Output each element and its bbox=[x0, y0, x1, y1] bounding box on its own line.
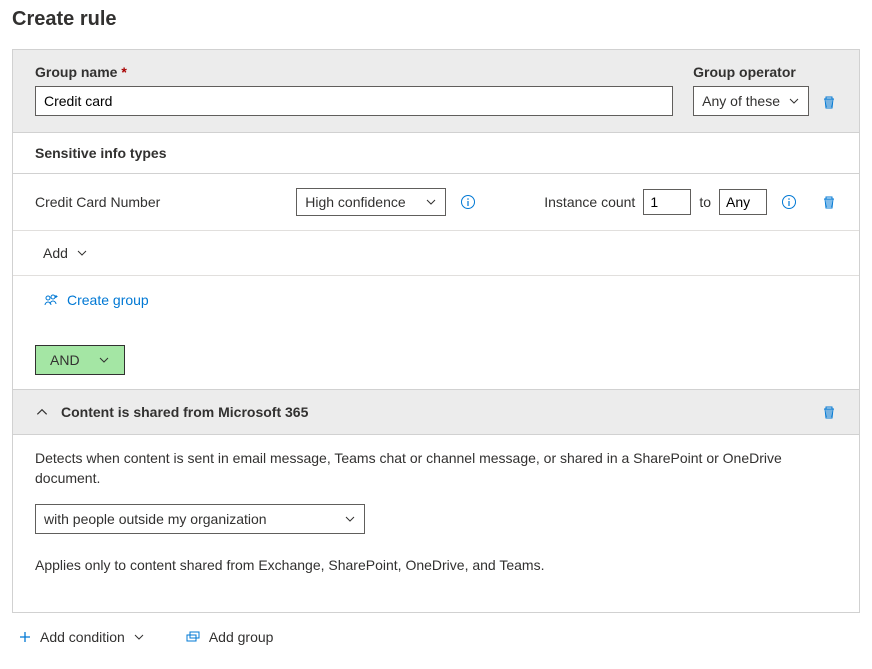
create-group-button[interactable]: Create group bbox=[43, 292, 149, 308]
group-name-label: Group name * bbox=[35, 64, 673, 80]
chevron-down-icon bbox=[98, 354, 110, 366]
chevron-down-icon bbox=[76, 247, 88, 259]
delete-sit-icon[interactable] bbox=[821, 194, 837, 210]
chevron-down-icon bbox=[788, 95, 800, 107]
add-group-button[interactable]: Add group bbox=[185, 629, 274, 645]
shared-title: Content is shared from Microsoft 365 bbox=[61, 404, 809, 420]
add-sit-button[interactable]: Add bbox=[43, 245, 88, 261]
instance-max-input[interactable] bbox=[719, 189, 767, 215]
create-group-icon bbox=[43, 292, 59, 308]
instance-count-label: Instance count bbox=[544, 194, 635, 210]
delete-condition-icon[interactable] bbox=[821, 404, 837, 420]
instance-min-input[interactable] bbox=[643, 189, 691, 215]
shared-note: Applies only to content shared from Exch… bbox=[35, 556, 837, 576]
sit-row: Credit Card Number High confidence Insta… bbox=[13, 174, 859, 231]
group-operator-label: Group operator bbox=[693, 64, 809, 80]
chevron-down-icon bbox=[133, 631, 145, 643]
sit-type-name: Credit Card Number bbox=[35, 194, 282, 210]
operator-row: AND bbox=[13, 327, 859, 389]
rule-panel: Group name * Group operator Any of these… bbox=[12, 49, 860, 613]
info-icon[interactable] bbox=[460, 194, 476, 210]
sit-header: Sensitive info types bbox=[13, 132, 859, 174]
delete-group-icon[interactable] bbox=[821, 94, 837, 110]
info-icon[interactable] bbox=[781, 194, 797, 210]
shared-scope-dropdown[interactable]: with people outside my organization bbox=[35, 504, 365, 534]
instance-count-group: Instance count to bbox=[544, 189, 767, 215]
shared-header: Content is shared from Microsoft 365 bbox=[13, 389, 859, 435]
add-sit-row: Add bbox=[13, 231, 859, 276]
group-operator-dropdown[interactable]: Any of these bbox=[693, 86, 809, 116]
create-group-row: Create group bbox=[13, 276, 859, 327]
add-condition-button[interactable]: Add condition bbox=[18, 629, 145, 645]
plus-icon bbox=[18, 630, 32, 644]
group-header: Group name * Group operator Any of these bbox=[13, 50, 859, 132]
shared-body: Detects when content is sent in email me… bbox=[13, 435, 859, 612]
footer-actions: Add condition Add group bbox=[12, 613, 860, 661]
chevron-down-icon bbox=[344, 513, 356, 525]
add-group-icon bbox=[185, 630, 201, 644]
operator-dropdown[interactable]: AND bbox=[35, 345, 125, 375]
page-title: Create rule bbox=[12, 8, 860, 31]
instance-to-label: to bbox=[699, 194, 711, 210]
shared-description: Detects when content is sent in email me… bbox=[35, 449, 837, 488]
group-name-input[interactable] bbox=[35, 86, 673, 116]
chevron-down-icon bbox=[425, 196, 437, 208]
collapse-toggle[interactable] bbox=[35, 405, 49, 419]
confidence-dropdown[interactable]: High confidence bbox=[296, 188, 446, 216]
